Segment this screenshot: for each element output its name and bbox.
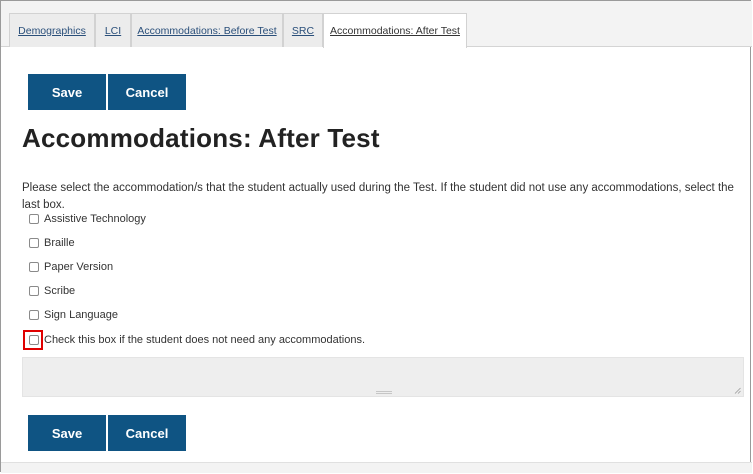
option-label: Scribe <box>44 285 76 297</box>
option-braille[interactable]: Braille <box>29 236 75 250</box>
option-label: Assistive Technology <box>44 213 146 225</box>
option-no-accommodations[interactable]: Check this box if the student does not n… <box>29 333 365 347</box>
tab-lci[interactable]: LCI <box>95 13 131 47</box>
bottom-bar <box>1 462 752 473</box>
sign-language-checkbox[interactable] <box>29 310 39 320</box>
paper-version-checkbox[interactable] <box>29 262 39 272</box>
cancel-button-bottom[interactable]: Cancel <box>108 415 186 451</box>
tab-bar: Demographics LCI Accommodations: Before … <box>1 1 752 48</box>
page-frame <box>0 0 751 472</box>
instructions-text: Please select the accommodation/s that t… <box>22 182 734 211</box>
notes-textarea[interactable] <box>22 357 744 397</box>
tab-accommodations-after-test[interactable]: Accommodations: After Test <box>323 13 467 48</box>
option-sign-language[interactable]: Sign Language <box>29 308 118 322</box>
option-label: Braille <box>44 237 75 249</box>
tab-demographics[interactable]: Demographics <box>9 13 95 47</box>
option-label: Check this box if the student does not n… <box>44 334 366 346</box>
option-label: Sign Language <box>44 309 119 321</box>
option-label: Paper Version <box>44 261 114 273</box>
option-assistive-technology[interactable]: Assistive Technology <box>29 212 146 226</box>
scribe-checkbox[interactable] <box>29 286 39 296</box>
option-scribe[interactable]: Scribe <box>29 284 75 298</box>
tab-src[interactable]: SRC <box>283 13 323 47</box>
drag-grip-icon[interactable] <box>376 391 392 394</box>
save-button-top[interactable]: Save <box>28 74 106 110</box>
page-title: Accommodations: After Test <box>22 123 380 153</box>
cancel-button-top[interactable]: Cancel <box>108 74 186 110</box>
tab-accommodations-before-test[interactable]: Accommodations: Before Test <box>131 13 283 47</box>
highlight-box <box>23 330 43 350</box>
option-paper-version[interactable]: Paper Version <box>29 260 113 274</box>
braille-checkbox[interactable] <box>29 238 39 248</box>
assistive-technology-checkbox[interactable] <box>29 214 39 224</box>
resize-handle-icon[interactable] <box>734 387 741 394</box>
save-button-bottom[interactable]: Save <box>28 415 106 451</box>
